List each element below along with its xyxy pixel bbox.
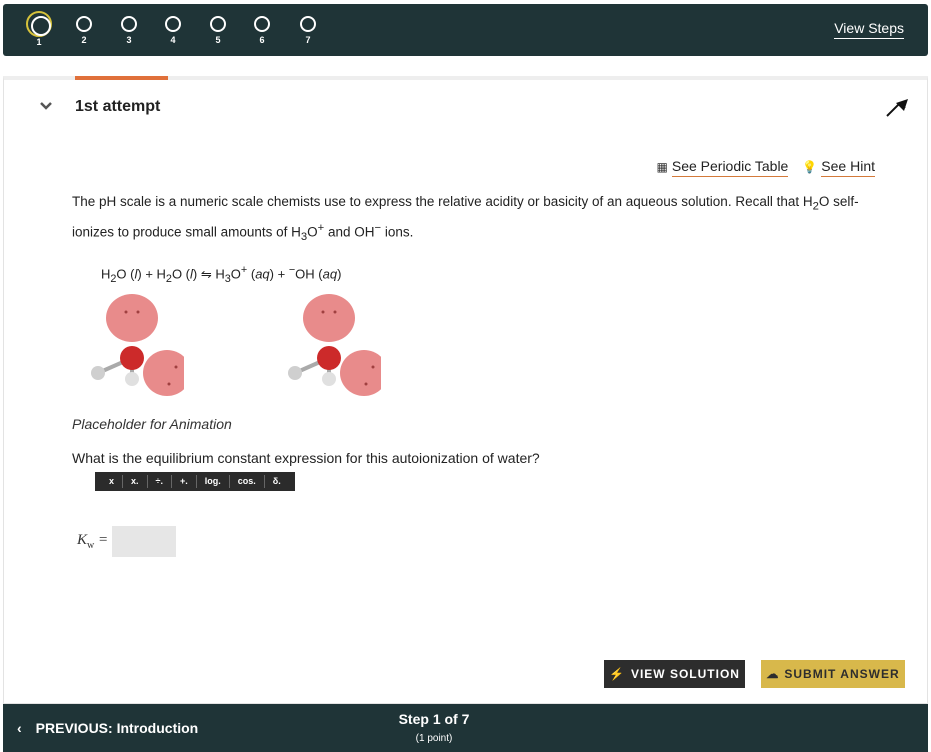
symbols-tool[interactable]: δ. [265, 475, 289, 488]
step-number: 4 [170, 35, 176, 45]
step-number: 1 [36, 37, 42, 47]
fraction-tool[interactable]: ÷. [148, 475, 172, 488]
step-counter: Step 1 of 7 [398, 711, 470, 727]
kw-label: Kw = [77, 532, 109, 551]
resource-links: ▦ See Periodic Table 💡 See Hint [656, 158, 875, 177]
step-number: 5 [215, 35, 221, 45]
step-1-button[interactable]: 1 [24, 11, 54, 47]
hint-link[interactable]: 💡 See Hint [802, 158, 875, 177]
math-toolbar: x x. ÷. +. log. cos. δ. [95, 472, 295, 491]
water-molecule-image [288, 294, 381, 396]
step-4-button[interactable]: 4 [158, 13, 188, 45]
periodic-table-icon: ▦ [656, 160, 668, 174]
bottom-navigation-bar: ‹ PREVIOUS: Introduction Step 1 of 7 (1 p… [3, 704, 928, 752]
submit-answer-button[interactable]: ☁ SUBMIT ANSWER [761, 660, 905, 688]
question-prompt: What is the equilibrium constant express… [72, 450, 540, 466]
step-3-button[interactable]: 3 [114, 13, 144, 45]
step-number: 2 [81, 35, 87, 45]
step-indicator: Step 1 of 7 (1 point) [384, 711, 484, 744]
operators-tool[interactable]: +. [172, 475, 197, 488]
previous-step-button[interactable]: ‹ PREVIOUS: Introduction [17, 720, 198, 736]
attempt-accent-bar [75, 76, 168, 80]
step-number: 3 [126, 35, 132, 45]
step-2-button[interactable]: 2 [69, 13, 99, 45]
chevron-left-icon: ‹ [17, 720, 22, 736]
superscript-tool[interactable]: x [101, 475, 124, 488]
water-molecule-image [91, 294, 184, 396]
subscript-tool[interactable]: x. [123, 475, 148, 488]
step-5-button[interactable]: 5 [203, 13, 233, 45]
step-number: 7 [305, 35, 311, 45]
animation-caption: Placeholder for Animation [72, 416, 232, 432]
kw-answer-field[interactable] [112, 526, 176, 557]
step-navigation-bar: 1 2 3 4 5 6 7 View Steps [3, 4, 928, 56]
autoionization-equation: H2O (l) + H2O (l) ⇋ H3O+ (aq) + −OH (aq) [101, 264, 342, 285]
step-number: 6 [259, 35, 265, 45]
lightbulb-icon: 💡 [802, 160, 818, 174]
periodic-table-link[interactable]: ▦ See Periodic Table [656, 158, 789, 177]
view-solution-button[interactable]: ⚡ VIEW SOLUTION [604, 660, 745, 688]
step-points: (1 point) [415, 733, 453, 744]
cloud-upload-icon: ☁ [766, 667, 780, 681]
attempt-title: 1st attempt [75, 98, 161, 115]
chevron-down-icon[interactable] [40, 100, 52, 114]
log-tool[interactable]: log. [197, 475, 230, 488]
question-card: 1st attempt ▦ See Periodic Table 💡 See Hin… [3, 76, 928, 704]
question-text: The pH scale is a numeric scale chemists… [72, 194, 859, 243]
step-6-button[interactable]: 6 [247, 13, 277, 45]
view-steps-link[interactable]: View Steps [834, 20, 904, 39]
step-7-button[interactable]: 7 [293, 13, 323, 45]
pin-icon[interactable] [883, 94, 913, 124]
trig-tool[interactable]: cos. [230, 475, 265, 488]
lightning-icon: ⚡ [609, 667, 625, 681]
